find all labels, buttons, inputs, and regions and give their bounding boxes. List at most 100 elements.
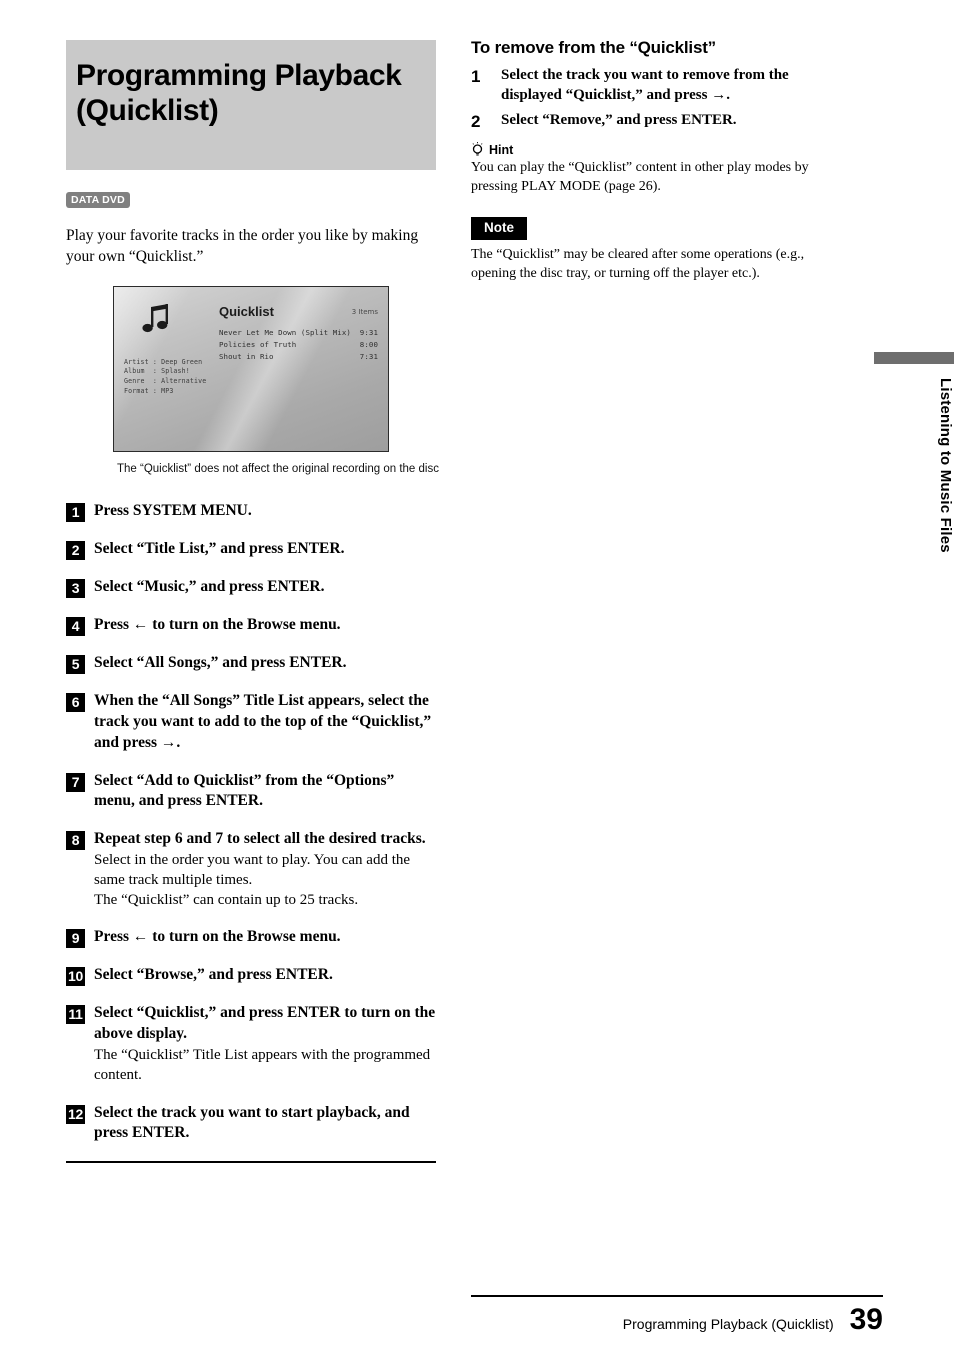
procedure-step: 5 Select “All Songs,” and press ENTER. [66,653,436,675]
step-detail: The “Quicklist” Title List appears with … [94,1046,436,1086]
step-body: Select “All Songs,” and press ENTER. [94,653,436,674]
figure-caption: The “Quicklist” does not affect the orig… [117,462,439,475]
step-body: Repeat step 6 and 7 to select all the de… [94,829,436,910]
screen-track-time: 9:31 [359,327,378,337]
lightbulb-icon [472,142,483,156]
side-tab-label: Listening to Music Files [937,378,954,553]
step-body: When the “All Songs” Title List appears,… [94,691,436,753]
side-tab-bar [874,352,954,364]
section-subheading: To remove from the “Quicklist” [471,38,716,57]
title-band: Programming Playback (Quicklist) [66,40,436,170]
page-title: Programming Playback (Quicklist) [76,59,402,128]
remove-step: 1 Select the track you want to remove fr… [471,66,843,105]
step-heading: Repeat step 6 and 7 to select all the de… [94,830,426,848]
step-heading: Select “Add to Quicklist” from the “Opti… [94,771,395,810]
step-body: Select “Music,” and press ENTER. [94,577,436,598]
step-detail-line: Select in the order you want to play. Yo… [94,852,411,888]
step-body: Press ← to turn on the Browse menu. [94,615,436,636]
step-number: 2 [66,541,85,561]
screen-item-count: 3 Items [351,307,378,316]
device-screen: Quicklist 3 Items Never Let Me Down (Spl… [113,285,389,452]
screen-track-row[interactable]: Never Let Me Down (Split Mix) 9:31 [219,327,378,339]
step-number: 4 [66,617,85,637]
screen-track-row[interactable]: Shout in Rio 7:31 [219,351,378,363]
screen-track-name: Never Let Me Down (Split Mix) [219,327,351,337]
procedure-step: 1 Press SYSTEM MENU. [66,501,436,523]
procedure-step: 6 When the “All Songs” Title List appear… [66,691,436,753]
step-heading: Select “Remove,” and press ENTER. [501,112,737,128]
procedure-step: 10 Select “Browse,” and press ENTER. [66,965,436,987]
footer-content: Programming Playback (Quicklist) 39 [471,1303,883,1336]
screen-track-name: Policies of Truth [219,339,297,349]
step-number: 5 [66,655,85,675]
hint-header: Hint [471,142,843,157]
step-number: 3 [66,579,85,599]
step-body: Select “Add to Quicklist” from the “Opti… [94,771,436,813]
step-heading: Select “All Songs,” and press ENTER. [94,654,347,672]
remove-step: 2 Select “Remove,” and press ENTER. [471,111,843,132]
screen-meta-artist: Artist : Deep Green [124,357,203,366]
step-number: 10 [66,967,85,987]
step-number: 9 [66,929,85,949]
side-tab: Listening to Music Files [874,352,954,553]
step-heading: Select the track you want to remove from… [501,67,789,103]
screen-meta-album: Album : Splash! [124,367,190,376]
step-detail-line: The “Quicklist” can contain up to 25 tra… [94,891,359,908]
step-number: 8 [66,831,85,851]
screen-meta-format: Format : MP3 [124,386,174,395]
intro-paragraph: Play your favorite tracks in the order y… [66,227,419,265]
step-body: Select “Title List,” and press ENTER. [94,539,436,560]
step-heading: Select “Title List,” and press ENTER. [94,540,345,558]
procedure-step: 9 Press ← to turn on the Browse menu. [66,927,436,949]
footer-title: Programming Playback (Quicklist) [622,1316,834,1332]
hint-body: You can play the “Quicklist” content in … [471,160,809,194]
step-heading: When the “All Songs” Title List appears,… [94,692,432,751]
procedure-step: 7 Select “Add to Quicklist” from the “Op… [66,771,436,813]
screen-track-name: Shout in Rio [219,351,274,361]
left-column-divider [66,1161,436,1164]
screen-track-time: 7:31 [359,351,378,361]
step-number: 12 [66,1104,85,1124]
step-heading: Select “Browse,” and press ENTER. [94,966,333,984]
screen-title: Quicklist [219,303,274,319]
step-body: Press ← to turn on the Browse menu. [94,927,436,948]
screen-meta-genre: Genre : Alternative [124,377,207,385]
screen-track-row[interactable]: Policies of Truth 8:00 [219,339,378,351]
step-body: Select “Quicklist,” and press ENTER to t… [94,1003,436,1085]
step-number: 1 [471,67,481,86]
step-number: 7 [66,772,85,792]
procedure-step: 3 Select “Music,” and press ENTER. [66,577,436,599]
right-column: To remove from the “Quicklist” 1 Select … [471,38,843,283]
procedure-step-list: 1 Press SYSTEM MENU. 2 Select “Title Lis… [66,501,436,1144]
step-heading: Press ← to turn on the Browse menu. [94,616,341,634]
procedure-step: 2 Select “Title List,” and press ENTER. [66,539,436,561]
device-screen-figure: Quicklist 3 Items Never Let Me Down (Spl… [113,285,439,478]
step-body: Press SYSTEM MENU. [94,501,436,522]
step-number: 11 [66,1005,85,1025]
step-number: 2 [471,112,481,131]
step-heading: Select “Music,” and press ENTER. [94,578,325,596]
media-type-badge: DATA DVD [66,192,130,209]
screen-track-time: 8:00 [359,339,378,349]
footer-page-number: 39 [849,1303,883,1336]
step-number: 1 [66,503,85,523]
step-heading: Select the track you want to start playb… [94,1103,410,1142]
step-detail: Select in the order you want to play. Yo… [94,851,436,910]
step-heading: Select “Quicklist,” and press ENTER to t… [94,1004,436,1043]
hint-label: Hint [489,142,514,157]
note-badge: Note [471,216,527,240]
step-heading: Press SYSTEM MENU. [94,502,252,520]
step-body: Select the track you want to start playb… [94,1103,436,1145]
page-footer: Programming Playback (Quicklist) 39 [471,1295,883,1336]
procedure-step: 12 Select the track you want to start pl… [66,1103,436,1145]
music-note-icon [142,303,168,333]
step-detail-line: The “Quicklist” Title List appears with … [94,1046,431,1083]
procedure-step: 11 Select “Quicklist,” and press ENTER t… [66,1003,436,1085]
note-body: The “Quicklist” may be cleared after som… [471,246,805,281]
screen-track-list: Never Let Me Down (Split Mix) 9:31 Polic… [219,327,378,363]
step-body: Select “Browse,” and press ENTER. [94,965,436,986]
procedure-step: 8 Repeat step 6 and 7 to select all the … [66,829,436,910]
screen-metadata: Artist : Deep Green Album : Splash! Genr… [124,358,206,396]
procedure-step: 4 Press ← to turn on the Browse menu. [66,615,436,637]
footer-divider [471,1295,883,1297]
